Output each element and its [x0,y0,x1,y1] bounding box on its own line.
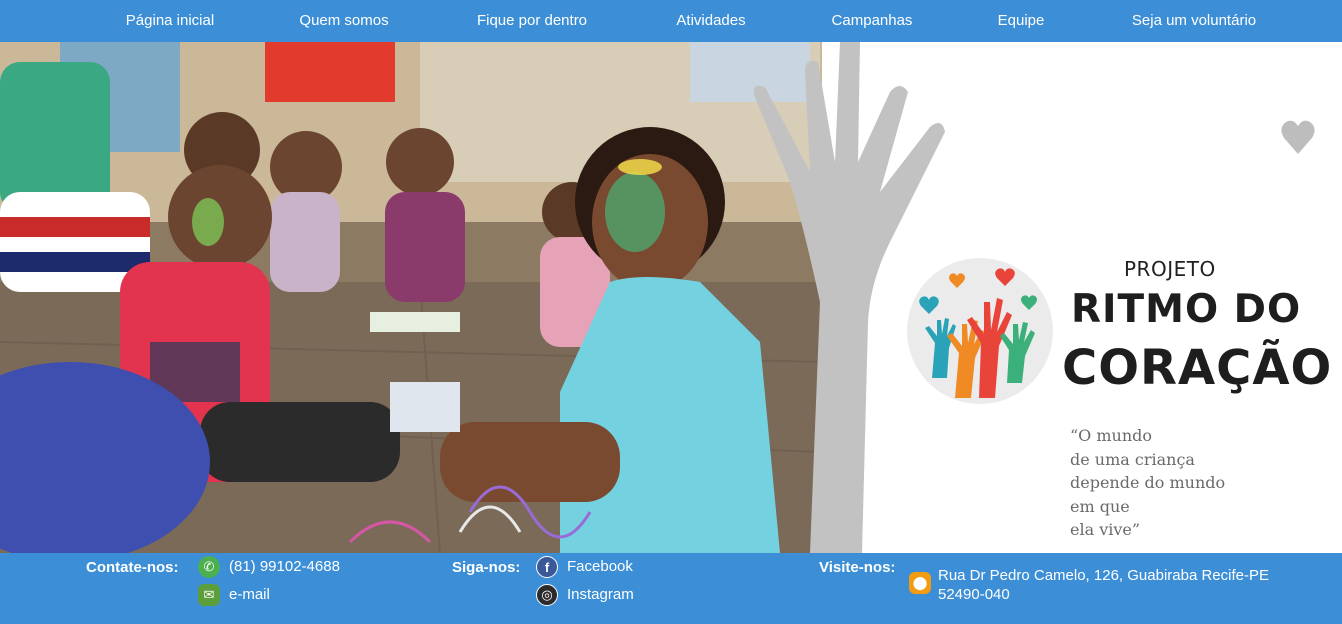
top-navigation: Página inicial Quem somos Fique por dent… [0,0,1342,42]
visit-label: Visite-nos: [819,559,896,576]
mail-icon[interactable]: ✉ [198,584,220,606]
brand-title-line1: RITMO DO [1071,287,1302,332]
quote-line: em que [1070,496,1130,516]
contact-label: Contate-nos: [86,559,179,576]
brand-projeto-text: PROJETO [1124,257,1216,281]
logo-hands-icon [907,258,1053,404]
whatsapp-icon[interactable]: ✆ [198,556,220,578]
facebook-icon[interactable]: f [536,556,558,578]
nav-item-seja-voluntario[interactable]: Seja um voluntário [1132,0,1256,42]
site-footer: Contate-nos: ✆ (81) 99102-4688 ✉ e-mail … [0,553,1342,624]
nav-item-equipe[interactable]: Equipe [998,0,1045,42]
brand-title-line2: CORAÇÃO [1062,340,1333,396]
hero-banner: PROJETO RITMO DO CORAÇÃO “O mundo de uma… [0,42,1342,553]
nav-item-pagina-inicial[interactable]: Página inicial [126,0,214,42]
heart-outline-icon [1281,120,1315,154]
nav-item-fique-por-dentro[interactable]: Fique por dentro [477,0,587,42]
quote-line: ela vive” [1070,520,1141,539]
contact-email-link[interactable]: e-mail [229,586,270,603]
hero-photo-children [0,42,822,553]
social-label: Siga-nos: [452,559,521,576]
quote-line: depende do mundo [1070,473,1226,492]
hero-quote: “O mundo de uma criança depende do mundo… [1070,424,1310,542]
contact-phone-link[interactable]: (81) 99102-4688 [229,558,340,575]
nav-item-atividades[interactable]: Atividades [676,0,745,42]
facebook-link[interactable]: Facebook [567,558,633,575]
address-line1: Rua Dr Pedro Camelo, 126, Guabiraba Reci… [938,567,1269,584]
address-line2: 52490-040 [938,586,1010,603]
location-pin-icon[interactable]: ⬤ [909,572,931,594]
quote-line: “O mundo [1070,426,1153,445]
nav-item-quem-somos[interactable]: Quem somos [299,0,388,42]
nav-item-campanhas[interactable]: Campanhas [832,0,913,42]
instagram-link[interactable]: Instagram [567,586,634,603]
instagram-icon[interactable]: ◎ [536,584,558,606]
quote-line: de uma criança [1070,449,1195,469]
